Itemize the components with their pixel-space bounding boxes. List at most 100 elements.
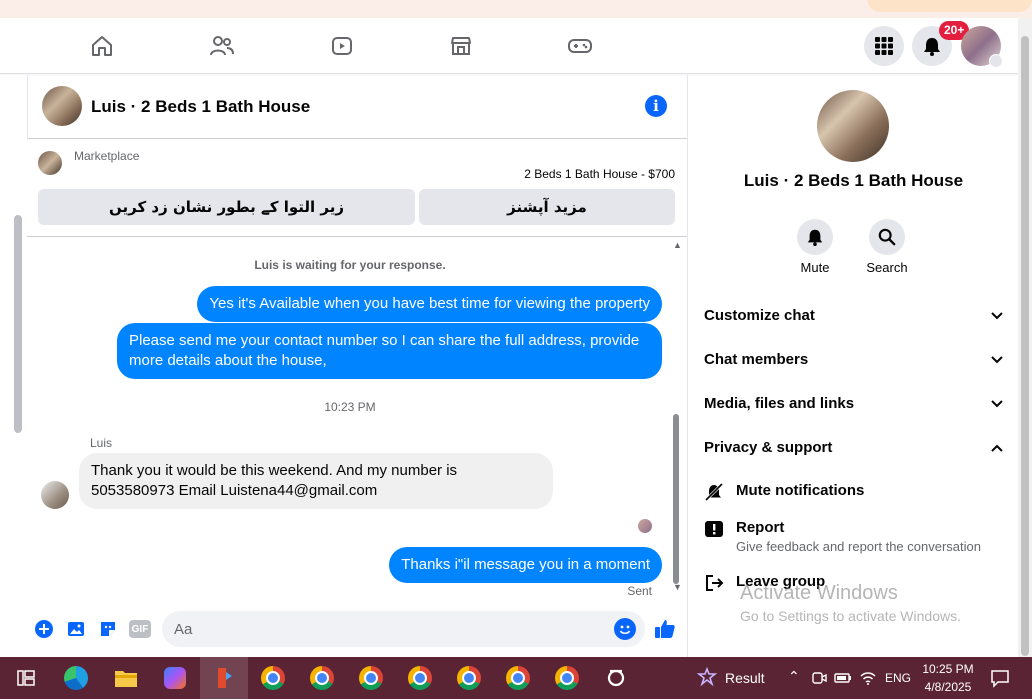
top-navigation: 20+ — [0, 18, 1018, 74]
section-label: Media, files and links — [704, 395, 855, 412]
marketplace-label: Marketplace — [74, 149, 140, 163]
menu-grid-button[interactable] — [864, 26, 904, 66]
section-label: Privacy & support — [704, 439, 833, 456]
chat-title[interactable]: Luis · 2 Beds 1 Bath House — [91, 97, 310, 117]
outgoing-message[interactable]: Yes it's Available when you have best ti… — [197, 286, 662, 322]
marketplace-icon[interactable] — [447, 32, 475, 60]
language-indicator[interactable]: ENG — [885, 671, 911, 685]
battery-icon[interactable] — [834, 665, 852, 691]
file-explorer-icon[interactable] — [113, 665, 139, 691]
search-icon — [869, 219, 905, 255]
plus-icon[interactable] — [34, 619, 54, 639]
listing-title[interactable]: 2 Beds 1 Bath House - $700 — [524, 167, 675, 181]
app-icon-active[interactable] — [211, 665, 237, 691]
message-input[interactable] — [174, 611, 594, 647]
report-item[interactable]: Report Give feedback and report the conv… — [704, 519, 1004, 559]
marketplace-banner: Marketplace 2 Beds 1 Bath House - $700 ز… — [27, 139, 687, 237]
details-avatar[interactable] — [817, 90, 889, 162]
gif-icon[interactable]: GIF — [129, 619, 151, 639]
mark-as-pending-button[interactable]: زیر التوا کے بطور نشان زد کریں — [38, 189, 415, 225]
bell-icon — [924, 38, 940, 56]
conversation-details-pane: Luis · 2 Beds 1 Bath House Mute Search C… — [687, 75, 1018, 657]
emoji-icon[interactable] — [614, 618, 636, 640]
copilot-icon[interactable] — [162, 665, 188, 691]
outgoing-message[interactable]: Please send me your contact number so I … — [117, 323, 662, 379]
chat-list-sliver — [0, 75, 26, 657]
message-input-wrapper — [162, 611, 645, 647]
details-title: Luis · 2 Beds 1 Bath House — [743, 171, 964, 190]
sender-avatar[interactable] — [41, 481, 69, 509]
search-label: Search — [866, 260, 908, 275]
page-scrollbar[interactable] — [1018, 18, 1032, 657]
chevron-down-icon — [990, 353, 1004, 371]
meet-now-icon[interactable] — [810, 665, 828, 691]
message-status: Sent — [627, 584, 652, 598]
grid-icon — [875, 37, 893, 55]
listing-thumbnail[interactable] — [38, 151, 62, 175]
mute-notifications-item[interactable]: Mute notifications — [704, 482, 1004, 506]
account-chevron-icon[interactable] — [989, 54, 1003, 68]
thread-scrollbar[interactable] — [673, 414, 679, 584]
info-icon[interactable]: i — [645, 95, 667, 117]
sticker-icon[interactable] — [98, 619, 118, 639]
section-customize-chat[interactable]: Customize chat — [704, 307, 1004, 331]
clock-date[interactable]: 4/8/2025 — [922, 680, 974, 694]
report-label: Report — [736, 519, 785, 536]
message-composer: GIF — [27, 600, 687, 657]
section-label: Chat members — [704, 351, 809, 368]
seen-indicator-avatar — [638, 519, 652, 533]
section-privacy-support[interactable]: Privacy & support — [704, 439, 1004, 463]
bell-off-icon — [704, 482, 724, 502]
browser-pill[interactable] — [867, 0, 1032, 12]
like-icon[interactable] — [653, 617, 677, 641]
task-view-icon[interactable] — [13, 665, 39, 691]
report-icon — [704, 519, 724, 539]
chrome-profile-icon[interactable] — [407, 665, 433, 691]
section-media-files-links[interactable]: Media, files and links — [704, 395, 1004, 419]
chat-list-scrollbar[interactable] — [14, 215, 22, 433]
bell-icon — [797, 219, 833, 255]
chevron-up-icon[interactable]: ⌃ — [788, 668, 800, 685]
section-chat-members[interactable]: Chat members — [704, 351, 1004, 375]
chrome-profile-icon[interactable] — [358, 665, 384, 691]
chat-avatar[interactable] — [42, 86, 82, 126]
gif-label: GIF — [129, 620, 151, 638]
incoming-message[interactable]: Thank you it would be this weekend. And … — [79, 453, 553, 509]
message-timestamp: 10:23 PM — [324, 400, 376, 414]
photo-icon[interactable] — [66, 619, 86, 639]
chrome-icon[interactable] — [260, 665, 286, 691]
chrome-profile-icon[interactable] — [309, 665, 335, 691]
mute-notifications-label: Mute notifications — [736, 482, 865, 499]
more-options-button[interactable]: مزید آپشنز — [419, 189, 675, 225]
activation-watermark-title: Activate Windows — [740, 582, 898, 604]
waiting-notice: Luis is waiting for your response. — [254, 258, 446, 272]
scroll-down-arrow-icon[interactable]: ▼ — [673, 582, 682, 592]
gaming-icon[interactable] — [566, 32, 594, 60]
chevron-down-icon — [990, 397, 1004, 415]
chrome-profile-icon[interactable] — [456, 665, 482, 691]
mute-action[interactable]: Mute — [785, 219, 845, 275]
chevron-down-icon — [990, 309, 1004, 327]
clock-time[interactable]: 10:25 PM — [922, 662, 974, 676]
edge-icon[interactable] — [63, 665, 89, 691]
video-icon[interactable] — [328, 32, 356, 60]
search-action[interactable]: Search — [857, 219, 917, 275]
sender-name: Luis — [90, 436, 113, 450]
chrome-profile-icon[interactable] — [554, 665, 580, 691]
openai-icon[interactable] — [603, 665, 629, 691]
page-scrollbar-thumb[interactable] — [1021, 36, 1029, 656]
friends-icon[interactable] — [208, 32, 236, 60]
report-description: Give feedback and report the conversatio… — [736, 539, 981, 554]
home-icon[interactable] — [88, 32, 116, 60]
windows-taskbar: Result ⌃ ENG 10:25 PM 4/8/2025 — [0, 657, 1032, 699]
chat-header: Luis · 2 Beds 1 Bath House i — [27, 75, 687, 139]
scroll-up-arrow-icon[interactable]: ▲ — [673, 240, 682, 250]
notification-center-icon[interactable] — [987, 665, 1013, 691]
result-widget-icon[interactable] — [694, 665, 720, 691]
chrome-profile-icon[interactable] — [505, 665, 531, 691]
mute-label: Mute — [800, 260, 830, 275]
outgoing-message[interactable]: Thanks i"il message you in a moment — [389, 547, 662, 583]
result-widget-label[interactable]: Result — [725, 670, 765, 686]
wifi-icon[interactable] — [858, 665, 878, 691]
leave-icon — [704, 573, 724, 593]
